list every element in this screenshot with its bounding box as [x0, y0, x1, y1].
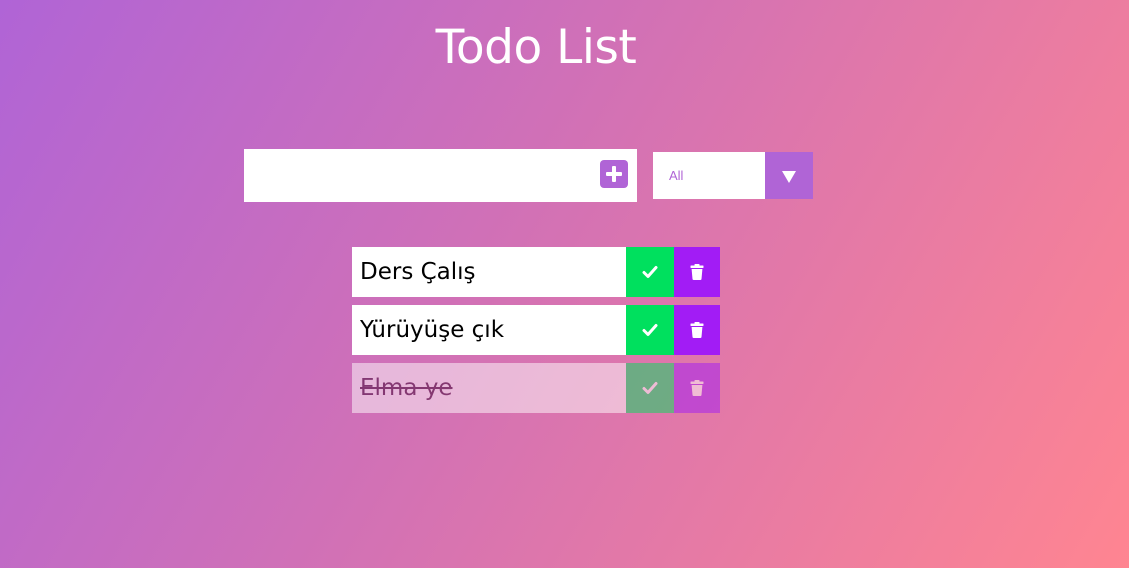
trash-icon: [690, 264, 704, 280]
add-todo-button[interactable]: [600, 160, 628, 188]
delete-button[interactable]: [674, 305, 720, 355]
trash-icon: [690, 322, 704, 338]
todo-text: Elma ye: [360, 375, 453, 401]
trash-icon: [690, 380, 704, 396]
todo-list: Ders Çalış Yürüyüşe çık Elma ye: [352, 247, 720, 421]
check-icon: [642, 266, 658, 278]
todo-input-container: [244, 149, 637, 202]
todo-text: Yürüyüşe çık: [360, 317, 505, 343]
complete-button[interactable]: [626, 363, 674, 413]
filter-select[interactable]: All: [653, 152, 813, 199]
page-title: Todo List: [435, 20, 637, 75]
delete-button[interactable]: [674, 247, 720, 297]
todo-text: Ders Çalış: [360, 259, 476, 285]
check-icon: [642, 382, 658, 394]
complete-button[interactable]: [626, 247, 674, 297]
complete-button[interactable]: [626, 305, 674, 355]
check-icon: [642, 324, 658, 336]
delete-button[interactable]: [674, 363, 720, 413]
todo-input[interactable]: [244, 149, 584, 202]
plus-square-icon: [606, 166, 622, 182]
filter-selected-value: All: [669, 168, 684, 183]
todo-item-completed: Elma ye: [352, 363, 720, 413]
filter-dropdown-button[interactable]: [765, 152, 813, 199]
todo-item: Ders Çalış: [352, 247, 720, 297]
triangle-down-icon: [782, 171, 796, 183]
todo-item: Yürüyüşe çık: [352, 305, 720, 355]
